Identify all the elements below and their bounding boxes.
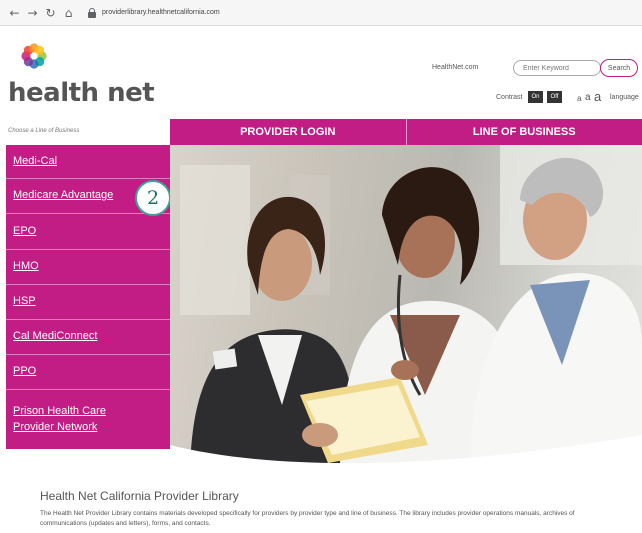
logo-text[interactable]: health net [8,78,155,108]
arrow-left-icon[interactable]: ← [8,6,21,20]
sidebar-item-label: Prison Health Care [13,404,106,417]
hero-photo [170,145,642,470]
home-icon[interactable]: ⌂ [62,6,75,20]
health-net-logo-icon[interactable] [20,42,48,70]
search-button[interactable]: Search [600,59,638,77]
library-description: The Health Net Provider Library contains… [40,510,575,527]
tab-provider-login[interactable]: PROVIDER LOGIN [170,119,406,145]
sidebar-item-medi-cal[interactable]: Medi-Cal [6,145,170,179]
reload-icon[interactable]: ↻ [44,6,57,20]
address-bar[interactable]: providerlibrary.healthnetcalifornia.com [102,9,220,16]
sidebar-item-cal-mediconnect[interactable]: Cal MediConnect [6,320,170,355]
sidebar-item-label: HSP [13,295,36,308]
sidebar-item-label: HMO [13,260,39,273]
sidebar-item-label-line2: Provider Network [13,420,98,433]
library-title: Health Net California Provider Library [40,489,239,503]
browser-toolbar: ← → ↻ ⌂ providerlibrary.healthnetcalifor… [0,0,642,26]
logo-petal [35,45,45,55]
sidebar-item-epo[interactable]: EPO [6,214,170,250]
sidebar-item-label: Medi-Cal [13,154,58,167]
sidebar-item-label: PPO [13,365,37,378]
doctors-photo-illustration [170,145,642,470]
sidebar-item-ppo[interactable]: PPO [6,355,170,390]
font-size-medium[interactable]: a [585,92,591,103]
choose-lob-label: Choose a Line of Business [8,128,80,134]
top-nav: PROVIDER LOGIN LINE OF BUSINESS [170,119,642,145]
font-size-small[interactable]: a [577,94,581,103]
tab-line-of-business[interactable]: LINE OF BUSINESS [407,119,642,145]
healthnet-link[interactable]: HealthNet.com [432,64,478,71]
contrast-on-toggle[interactable]: On [528,91,543,103]
search-input[interactable] [513,60,601,76]
language-link[interactable]: language [610,94,639,101]
font-size-large[interactable]: a [594,89,601,104]
sidebar-item-label: Medicare Advantage [13,189,114,202]
arrow-right-icon[interactable]: → [26,6,39,20]
sidebar-item-label: EPO [13,224,37,237]
sidebar-item-hmo[interactable]: HMO [6,250,170,285]
lock-icon [88,7,96,18]
sidebar-item-hsp[interactable]: HSP [6,285,170,320]
sidebar-item-label: Cal MediConnect [13,330,98,343]
contrast-label: Contrast [496,94,523,101]
sidebar-item-prison-health-care[interactable]: Prison Health Care Provider Network [6,390,170,449]
contrast-off-toggle[interactable]: Off [547,91,562,103]
callout-number-badge: 2 [135,180,171,216]
